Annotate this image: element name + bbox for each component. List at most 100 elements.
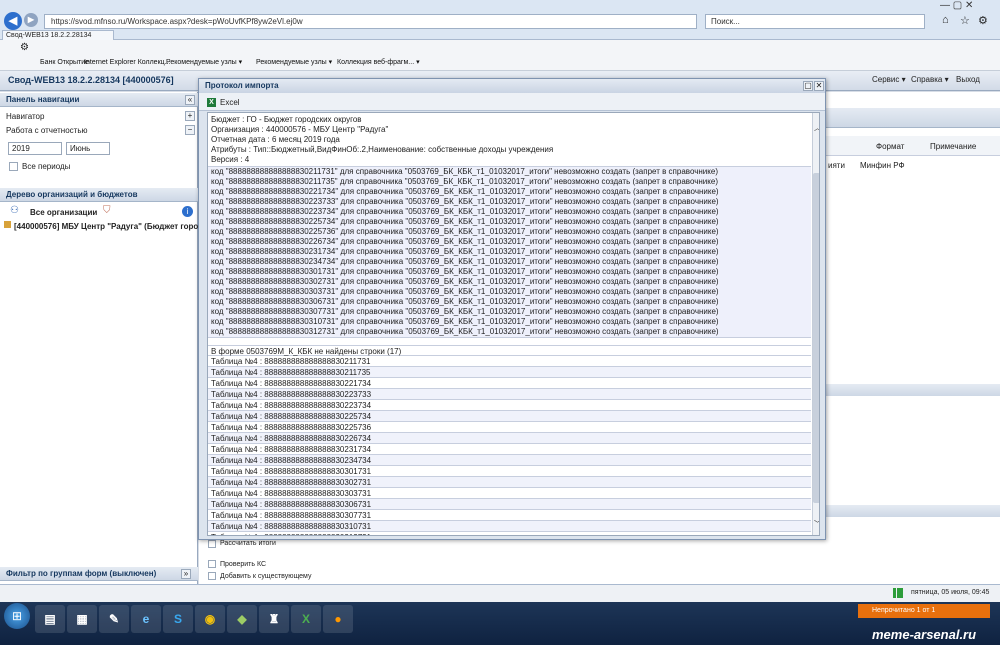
table-row[interactable]: Таблица №4 : 888888888888888830302731: [208, 477, 811, 488]
taskbar-android-icon[interactable]: ◆: [227, 605, 257, 633]
expand-icon[interactable]: +: [185, 111, 195, 121]
table-row-text: Таблица №4 : 888888888888888830312731: [211, 532, 371, 535]
forward-icon[interactable]: ▶: [24, 13, 38, 27]
taskbar-excel-icon[interactable]: X: [291, 605, 321, 633]
org-tree-icon: ⚇: [10, 205, 19, 216]
check-ks-checkbox[interactable]: [208, 560, 216, 568]
menu-help[interactable]: Справка ▾: [911, 75, 949, 84]
month-select[interactable]: Июнь: [66, 142, 110, 155]
exit-button[interactable]: Выход: [956, 75, 980, 84]
col-format[interactable]: Формат: [876, 142, 904, 151]
start-icon[interactable]: ⊞: [4, 603, 30, 629]
dialog-toolbar: [199, 93, 825, 111]
status-datetime: пятница, 05 июля, 09:45: [911, 589, 990, 596]
info-icon[interactable]: i: [182, 206, 193, 217]
collapse-section-icon[interactable]: −: [185, 125, 195, 135]
table-row[interactable]: Таблица №4 : 888888888888888830303731: [208, 488, 811, 499]
navigator-label[interactable]: Навигатор: [6, 112, 44, 121]
home-icon[interactable]: ⌂: [942, 14, 949, 26]
table-row[interactable]: Таблица №4 : 888888888888888830225734: [208, 411, 811, 422]
error-line: код "888888888888888830312731" для справ…: [211, 327, 719, 336]
excel-icon[interactable]: X: [207, 98, 216, 107]
menu-service[interactable]: Сервис ▾: [872, 75, 906, 84]
collapse-icon[interactable]: «: [185, 95, 195, 105]
table-row[interactable]: Таблица №4 : 888888888888888830301731: [208, 466, 811, 477]
taskbar-explorer-icon[interactable]: ▤: [35, 605, 65, 633]
excel-button[interactable]: Excel: [220, 98, 240, 107]
taskbar-app2-icon[interactable]: ●: [323, 605, 353, 633]
taskbar-skype-icon[interactable]: S: [163, 605, 193, 633]
table-row[interactable]: Таблица №4 : 888888888888888830312731: [208, 532, 811, 535]
browser-search-input[interactable]: Поиск...: [705, 14, 925, 29]
taskbar-files-icon[interactable]: ▦: [67, 605, 97, 633]
gear-icon[interactable]: ⚙: [978, 14, 988, 27]
report-mode-label[interactable]: Работа с отчетностью: [6, 126, 88, 135]
table-row[interactable]: Таблица №4 : 888888888888888830226734: [208, 433, 811, 444]
table-row[interactable]: Таблица №4 : 888888888888888830306731: [208, 499, 811, 510]
error-line: код "888888888888888830310731" для справ…: [211, 317, 719, 326]
year-stepper[interactable]: 2019: [8, 142, 62, 155]
org-item[interactable]: [440000576] МБУ Центр "Радуга" (Бюджет г…: [14, 222, 198, 231]
table-row[interactable]: Таблица №4 : 888888888888888830211735: [208, 367, 811, 378]
fav-item[interactable]: Коллекция веб-фрагм... ▾: [337, 58, 420, 68]
table-row-text: Таблица №4 : 888888888888888830223734: [211, 401, 372, 410]
info-line: Организация : 440000576 - МБУ Центр "Рад…: [211, 125, 389, 134]
scroll-up-icon[interactable]: ︿: [814, 123, 819, 133]
fav-item[interactable]: Рекомендуемые узлы ▾: [166, 58, 242, 68]
table-row[interactable]: Таблица №4 : 888888888888888830310731: [208, 521, 811, 532]
table-row-text: Таблица №4 : 888888888888888830307731: [211, 511, 372, 520]
col-note[interactable]: Примечание: [930, 142, 976, 151]
table-row-text: Таблица №4 : 888888888888888830225736: [211, 423, 372, 432]
org-icon: [4, 221, 11, 228]
expand-filter-icon[interactable]: »: [181, 569, 191, 579]
fav-item[interactable]: Банк Открытие: [40, 58, 89, 68]
tree-panel-header: Дерево организаций и бюджетов: [0, 188, 198, 202]
fav-item[interactable]: Рекомендуемые узлы ▾: [256, 58, 332, 68]
scroll-thumb[interactable]: [813, 173, 819, 503]
table-row[interactable]: Таблица №4 : 888888888888888830221734: [208, 378, 811, 389]
window-controls[interactable]: — ▢ ✕: [940, 0, 973, 11]
table-row[interactable]: Таблица №4 : 888888888888888830223734: [208, 400, 811, 411]
close-icon[interactable]: ✕: [814, 81, 824, 91]
missing-rows-header: В форме 0503769М_К_КБК не найдены строки…: [208, 345, 811, 356]
settings-icon[interactable]: ⚙: [20, 42, 29, 53]
nav-panel-header: Панель навигации: [0, 93, 198, 107]
scroll-down-icon[interactable]: ﹀: [814, 519, 819, 529]
table-row[interactable]: Таблица №4 : 888888888888888830231734: [208, 444, 811, 455]
error-line: код "888888888888888830231734" для справ…: [211, 247, 719, 256]
table-row-text: Таблица №4 : 888888888888888830303731: [211, 489, 372, 498]
address-bar[interactable]: https://svod.mfnso.ru/Workspace.aspx?des…: [44, 14, 697, 29]
add-existing-checkbox[interactable]: [208, 572, 216, 580]
notification-toast[interactable]: Непрочитано 1 от 1: [858, 604, 990, 618]
error-line: код "888888888888888830223734" для справ…: [211, 207, 719, 216]
error-line: код "888888888888888830234734" для справ…: [211, 257, 719, 266]
filter-icon[interactable]: ⛉: [103, 205, 111, 216]
fav-item[interactable]: Internet Explorer Коллекц...: [84, 58, 170, 68]
dialog-title: Протокол импорта: [199, 79, 825, 93]
info-line: Версия : 4: [211, 155, 250, 164]
table-row-text: Таблица №4 : 888888888888888830226734: [211, 434, 372, 443]
all-orgs-label[interactable]: Все организации: [30, 208, 97, 217]
all-periods-checkbox[interactable]: [9, 162, 18, 171]
back-icon[interactable]: ◀: [4, 12, 22, 30]
star-icon[interactable]: ☆: [960, 14, 970, 27]
app-title: Свод-WEB13 18.2.2.28134 [440000576]: [8, 75, 174, 85]
taskbar-tool-icon[interactable]: ✎: [99, 605, 129, 633]
taskbar-app-icon[interactable]: ♜: [259, 605, 289, 633]
maximize-icon[interactable]: ▢: [803, 81, 813, 91]
error-line: код "888888888888888830226734" для справ…: [211, 237, 719, 246]
table-row-text: Таблица №4 : 888888888888888830223733: [211, 390, 372, 399]
table-row[interactable]: Таблица №4 : 888888888888888830234734: [208, 455, 811, 466]
table-row[interactable]: Таблица №4 : 888888888888888830223733: [208, 389, 811, 400]
taskbar-chrome-icon[interactable]: ◉: [195, 605, 225, 633]
scrollbar[interactable]: ︿ ﹀: [812, 113, 819, 535]
table-row[interactable]: Таблица №4 : 888888888888888830225736: [208, 422, 811, 433]
taskbar-ie-icon[interactable]: e: [131, 605, 161, 633]
table-row-text: Таблица №4 : 888888888888888830306731: [211, 500, 372, 509]
calc-totals-checkbox[interactable]: [208, 540, 216, 548]
import-protocol-dialog: Протокол импорта ▢ ✕ X Excel Бюджет : ГО…: [198, 78, 826, 540]
table-row[interactable]: Таблица №4 : 888888888888888830211731: [208, 356, 811, 367]
table-row[interactable]: Таблица №4 : 888888888888888830307731: [208, 510, 811, 521]
options-header: [826, 505, 1000, 517]
info-line: Отчетная дата : 6 месяц 2019 года: [211, 135, 340, 144]
